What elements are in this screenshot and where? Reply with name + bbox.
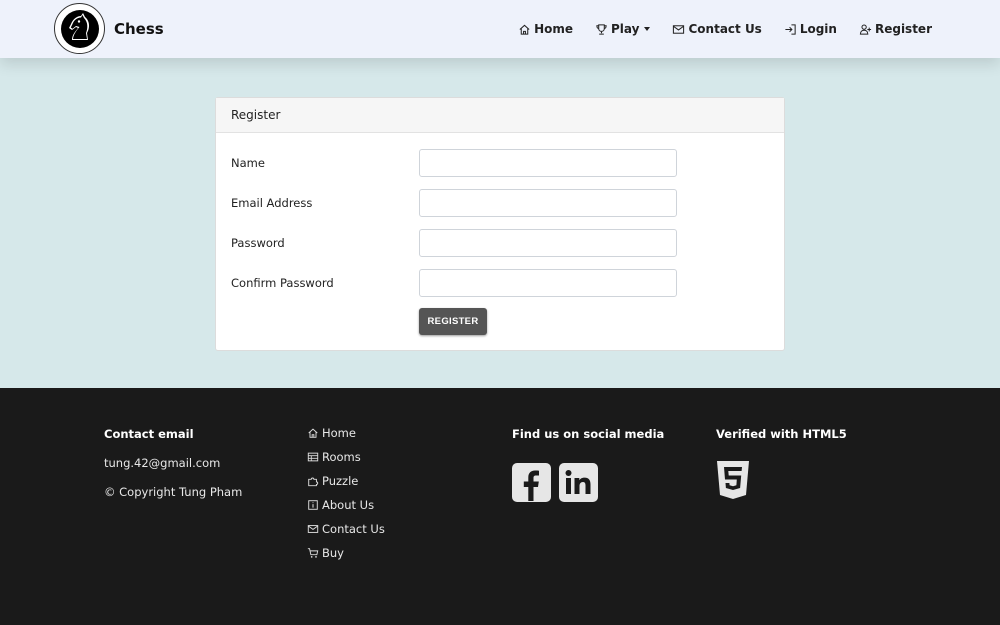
table-icon (307, 452, 319, 462)
password-input[interactable] (419, 229, 677, 257)
login-icon (785, 23, 796, 35)
footer-link-rooms-label: Rooms (322, 450, 361, 464)
caret-down-icon (644, 27, 651, 31)
footer-verified-column: Verified with HTML5 (716, 427, 847, 503)
envelope-icon (673, 24, 685, 34)
nav-play-dropdown[interactable]: Play (595, 22, 651, 36)
home-icon (308, 428, 318, 438)
footer-link-home[interactable]: Home (307, 421, 385, 445)
contact-heading: Contact email (104, 427, 194, 441)
contact-email: tung.42@gmail.com (104, 456, 221, 470)
password-label: Password (231, 236, 285, 250)
footer: Contact email tung.42@gmail.com © Copyri… (0, 388, 1000, 625)
html5-icon (716, 460, 847, 503)
nav-register-label: Register (874, 22, 932, 36)
nav-register[interactable]: Register (859, 22, 932, 36)
card-header: Register (216, 98, 784, 133)
copyright-text: © Copyright Tung Pham (104, 485, 243, 499)
user-plus-icon (859, 24, 872, 35)
puzzle-icon (308, 477, 319, 487)
trophy-icon (596, 23, 607, 35)
footer-link-about[interactable]: About Us (307, 493, 385, 517)
footer-link-about-label: About Us (322, 498, 375, 512)
confirm-password-row: Confirm Password (231, 269, 771, 297)
name-label: Name (231, 156, 265, 170)
footer-link-buy-label: Buy (322, 546, 344, 560)
name-row: Name (231, 149, 771, 177)
footer-link-puzzle-label: Puzzle (322, 474, 359, 488)
linkedin-icon[interactable] (559, 463, 598, 502)
verified-heading: Verified with HTML5 (716, 427, 847, 441)
name-input[interactable] (419, 149, 677, 177)
register-button[interactable]: REGISTER (419, 308, 487, 335)
brand-name: Chess (114, 19, 164, 38)
main-nav: Home Play Contact Us Login Register (518, 0, 932, 58)
brand-link[interactable]: Chess (54, 3, 164, 54)
footer-link-puzzle[interactable]: Puzzle (307, 469, 385, 493)
password-row: Password (231, 229, 771, 257)
footer-link-buy[interactable]: Buy (307, 541, 385, 565)
nav-home[interactable]: Home (518, 22, 573, 36)
register-card: Register Name Email Address Password Con… (215, 97, 785, 351)
nav-contact[interactable]: Contact Us (672, 22, 762, 36)
footer-link-rooms[interactable]: Rooms (307, 445, 385, 469)
facebook-icon[interactable] (512, 463, 551, 502)
nav-login[interactable]: Login (784, 22, 837, 36)
email-label: Email Address (231, 196, 313, 210)
social-links (512, 463, 664, 502)
home-icon (519, 24, 530, 35)
social-heading: Find us on social media (512, 427, 665, 441)
email-input[interactable] (419, 189, 677, 217)
footer-contact-column: Contact email tung.42@gmail.com © Copyri… (104, 427, 242, 499)
envelope-icon (307, 525, 319, 533)
cart-icon (307, 548, 319, 558)
navbar: Chess Home Play Contact Us Login Registe… (0, 0, 1000, 58)
footer-links-column: Home Rooms Puzzle About Us Contact Us Bu… (307, 421, 385, 565)
card-title: Register (231, 108, 281, 122)
chess-knight-logo (54, 3, 105, 54)
footer-link-contact[interactable]: Contact Us (307, 517, 385, 541)
confirm-password-label: Confirm Password (231, 276, 334, 290)
footer-social-column: Find us on social media (512, 427, 664, 502)
footer-link-contact-label: Contact Us (322, 522, 385, 536)
info-icon (308, 500, 318, 510)
nav-login-label: Login (799, 22, 837, 36)
confirm-password-input[interactable] (419, 269, 677, 297)
nav-home-label: Home (534, 22, 574, 36)
email-row: Email Address (231, 189, 771, 217)
nav-play-label: Play (611, 22, 640, 36)
footer-link-home-label: Home (322, 426, 356, 440)
nav-contact-label: Contact Us (688, 22, 762, 36)
